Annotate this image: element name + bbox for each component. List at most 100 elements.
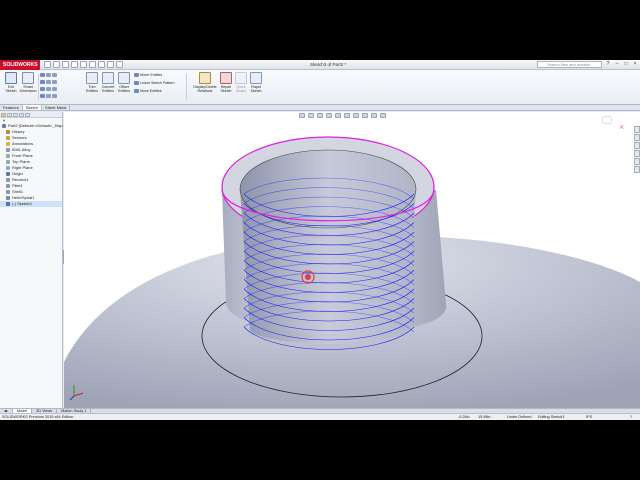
rebuild-icon[interactable] (98, 61, 105, 68)
maximize-icon[interactable]: □ (623, 61, 629, 67)
status-sketch-state: Under Defined (507, 415, 532, 419)
solidworks-window: SOLIDWORKS Sketch3 of Part2 * Search fil… (0, 60, 640, 420)
file-explorer-tab-icon[interactable] (634, 142, 640, 149)
help-icon[interactable]: ? (630, 414, 632, 420)
feature-icon (6, 183, 10, 188)
tab-features[interactable]: Features (0, 105, 23, 110)
rapid-label-2: Sketch (250, 89, 262, 93)
tree-item[interactable]: (-) Sketch3 (0, 201, 62, 207)
close-icon[interactable]: × (619, 123, 624, 132)
options-icon[interactable] (116, 61, 123, 68)
spline-tool[interactable] (40, 87, 58, 92)
feature-icon (6, 189, 10, 194)
apply-scene-icon[interactable] (371, 113, 377, 118)
search-input[interactable]: Search files and models (537, 61, 602, 68)
window-controls: ? – □ × (605, 61, 638, 67)
tree-item-label: Part2 (Default<<Default>_Disp (8, 123, 63, 128)
dimxpert-tab-icon[interactable] (19, 113, 24, 117)
tree-item-label: Helix/Spiral1 (12, 195, 35, 200)
appearances-tab-icon[interactable] (634, 158, 640, 165)
spline-icon (40, 87, 45, 92)
feature-icon (6, 135, 10, 140)
status-bar: SOLIDWORKS Premium 2015 x64 Edition -0.2… (0, 413, 640, 420)
circle-tool[interactable] (40, 80, 58, 85)
move-entities-button[interactable]: Move Entities (134, 89, 162, 94)
solidworks-logo[interactable]: SOLIDWORKS (0, 60, 40, 70)
command-manager-tabs: Features Sketch Sheet Metal (0, 105, 640, 111)
heads-up-view-toolbar (299, 113, 386, 118)
open-icon[interactable] (53, 61, 60, 68)
convert-icon (102, 72, 114, 84)
status-units[interactable]: IPS (586, 414, 592, 420)
select-icon[interactable] (89, 61, 96, 68)
tree-item-label: Origin (12, 171, 23, 176)
tree-item-label: Fillet1 (12, 183, 23, 188)
line-tool[interactable] (40, 73, 58, 78)
status-x: -0.26in (458, 415, 470, 419)
resources-tab-icon[interactable] (634, 126, 640, 133)
status-edition: SOLIDWORKS Premium 2015 x64 Edition (2, 415, 74, 419)
ribbon-separator (186, 74, 187, 100)
smart-dimension-label-2: Dimension (19, 89, 37, 93)
relations-label-2: Relations (197, 89, 213, 93)
file-properties-icon[interactable] (107, 61, 114, 68)
feature-icon (6, 201, 10, 206)
pattern-icon (134, 81, 139, 86)
feature-icon (6, 129, 10, 134)
display-delete-relations-button[interactable]: Display/Delete Relations (192, 72, 218, 93)
hide-show-items-icon[interactable] (353, 113, 359, 118)
tab-sheet-metal[interactable]: Sheet Metal (42, 105, 71, 110)
display-style-icon[interactable] (344, 113, 350, 118)
feature-icon (2, 123, 6, 128)
pattern-label: Linear Sketch Pattern (140, 81, 175, 85)
view-orientation-icon[interactable] (335, 113, 341, 118)
save-icon[interactable] (62, 61, 69, 68)
smart-dimension-button[interactable]: Smart Dimension (18, 72, 38, 93)
feature-icon (6, 141, 10, 146)
linear-sketch-pattern-button[interactable]: Linear Sketch Pattern (134, 81, 175, 86)
close-window-icon[interactable]: × (632, 61, 638, 67)
feature-manager: ▼ Part2 (Default<<Default>_Disp History Se… (0, 112, 63, 408)
undo-icon[interactable] (80, 61, 87, 68)
ribbon-separator (38, 74, 39, 100)
edit-appearance-icon[interactable] (362, 113, 368, 118)
text-icon (40, 94, 45, 99)
plane-icon (52, 94, 57, 99)
print-icon[interactable] (71, 61, 78, 68)
rapid-sketch-button[interactable]: Rapid Sketch (246, 72, 266, 93)
exit-sketch-icon (5, 72, 17, 84)
zoom-area-icon[interactable] (308, 113, 314, 118)
view-settings-icon[interactable] (380, 113, 386, 118)
view-palette-tab-icon[interactable] (634, 150, 640, 157)
section-view-icon[interactable] (326, 113, 332, 118)
mirror-entities-button[interactable]: Mirror Entities (134, 73, 162, 78)
line-icon (40, 73, 45, 78)
display-manager-tab-icon[interactable] (25, 113, 30, 117)
tree-item-label: Shell1 (12, 189, 24, 194)
title-bar: SOLIDWORKS Sketch3 of Part2 * Search fil… (0, 60, 640, 70)
offset-label-2: Entities (118, 89, 130, 93)
text-tool[interactable] (40, 94, 58, 99)
zoom-to-fit-icon[interactable] (299, 113, 305, 118)
offset-icon (118, 72, 130, 84)
feature-tree-tab-icon[interactable] (1, 113, 6, 117)
arc-icon (46, 80, 51, 85)
tab-sketch[interactable]: Sketch (22, 105, 43, 110)
new-icon[interactable] (44, 61, 51, 68)
design-library-tab-icon[interactable] (634, 134, 640, 141)
minimize-icon[interactable]: – (614, 61, 620, 67)
previous-view-icon[interactable] (317, 113, 323, 118)
tree-item-label: Revolve1 (12, 177, 29, 182)
help-icon[interactable]: ? (605, 61, 611, 67)
tree-item-label: Right Plane (12, 165, 33, 170)
feature-icon (6, 177, 10, 182)
point-icon (46, 94, 51, 99)
confirmation-corner[interactable] (602, 116, 612, 124)
graphics-area[interactable]: × (64, 112, 640, 408)
configuration-tab-icon[interactable] (13, 113, 18, 117)
feature-icon (6, 153, 10, 158)
property-manager-tab-icon[interactable] (7, 113, 12, 117)
slot-icon (52, 73, 57, 78)
offset-entities-button[interactable]: Offset Entities (114, 72, 134, 93)
custom-properties-tab-icon[interactable] (634, 166, 640, 173)
